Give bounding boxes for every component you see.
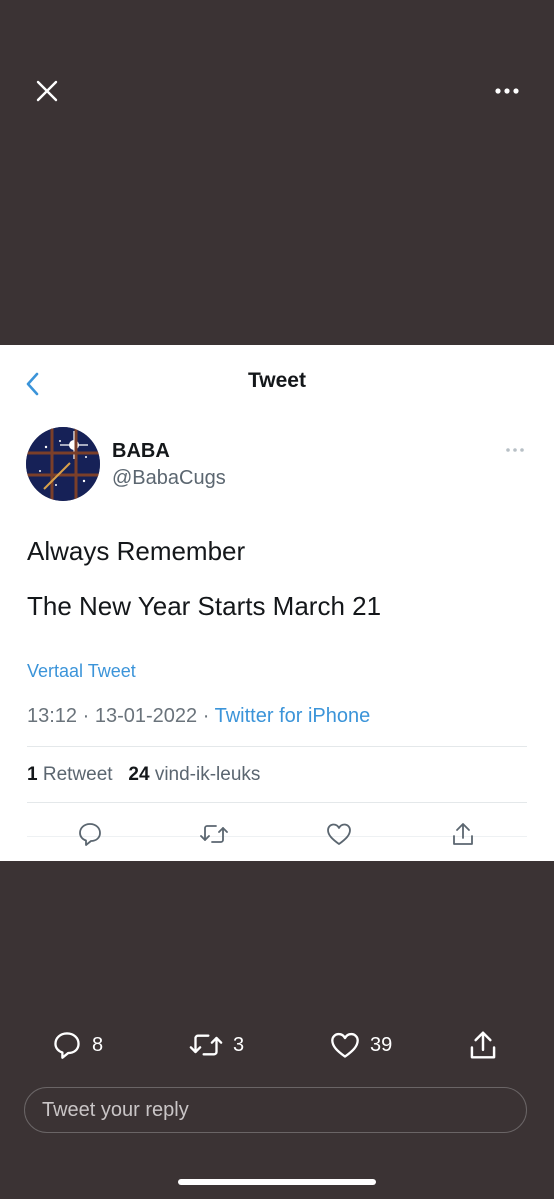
card-share-button[interactable] [446,819,480,849]
tweet-source-link[interactable]: Twitter for iPhone [215,705,371,727]
reply-icon [54,1032,80,1059]
likes-stat-label: vind-ik-leuks [154,764,261,785]
author-name[interactable]: BABA [112,440,170,463]
more-horizontal-icon [495,88,519,94]
tweet-text-line: Always Remember [27,536,246,566]
retweet-count: 1 [27,764,38,785]
more-horizontal-icon [506,448,524,452]
tweet-more-button[interactable] [500,443,530,457]
reply-count: 8 [92,1033,104,1056]
reply-button[interactable]: 8 [52,1026,103,1064]
translate-tweet-link[interactable]: Vertaal Tweet [27,661,136,682]
heart-icon [327,823,351,845]
heart-icon [331,1032,359,1058]
share-icon [470,1031,496,1059]
author-handle[interactable]: @BabaCugs [112,467,226,490]
tweet-stats: 1 Retweet 24 vind-ik-leuks [27,764,260,786]
retweet-stat[interactable]: 1 Retweet [27,764,113,785]
likes-stat[interactable]: 24 vind-ik-leuks [128,764,260,785]
share-button[interactable] [468,1026,498,1064]
tweet-time: 13:12 [27,705,78,727]
share-icon [453,823,473,845]
tweet-text-line: The New Year Starts March 21 [27,591,382,621]
card-like-button[interactable] [322,819,356,849]
close-button[interactable] [28,72,66,110]
page-title: Tweet [248,369,306,392]
divider [27,802,527,803]
retweet-icon [200,825,228,843]
tweet-date: 13-01-2022 [94,705,198,727]
more-options-button[interactable] [488,78,526,104]
meta-separator: · [202,705,210,727]
card-retweet-button[interactable] [197,819,231,849]
close-icon [36,80,58,102]
retweet-stat-label: Retweet [42,764,113,785]
card-reply-button[interactable] [73,819,107,849]
avatar-image [26,427,100,501]
retweet-count-bar: 3 [233,1033,245,1056]
like-count: 39 [370,1033,393,1056]
tweet-screenshot-card: Tweet BABA @BabaCugs Always Remember The… [0,345,554,861]
reply-icon [79,823,101,846]
tweet-meta: 13:12 · 13-01-2022 · Twitter for iPhone [27,705,370,728]
home-indicator[interactable] [178,1179,376,1185]
divider [27,746,527,747]
like-button[interactable]: 39 [330,1026,392,1064]
reply-placeholder: Tweet your reply [42,1098,189,1121]
retweet-icon [189,1034,223,1056]
reply-input[interactable]: Tweet your reply [24,1087,527,1133]
likes-count: 24 [128,764,150,785]
meta-separator: · [82,705,90,727]
avatar[interactable] [26,427,100,501]
retweet-button[interactable]: 3 [189,1026,244,1064]
